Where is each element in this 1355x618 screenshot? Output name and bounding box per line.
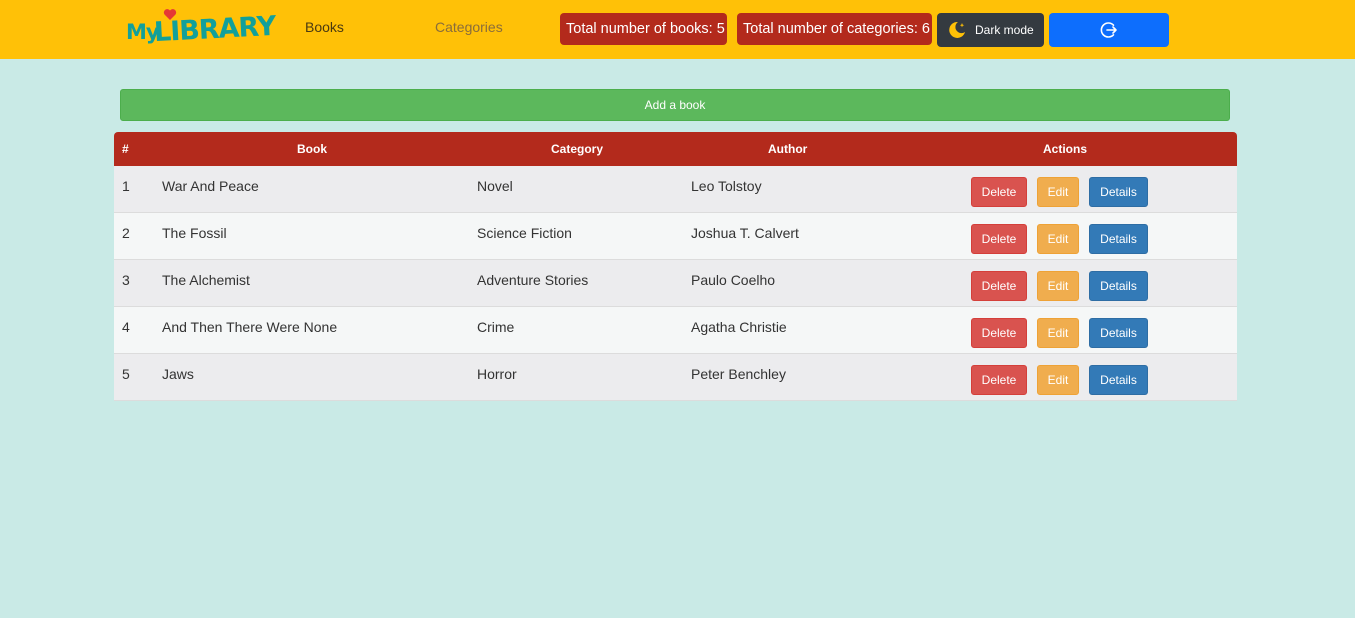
- details-button[interactable]: Details: [1089, 224, 1148, 254]
- total-books-badge: Total number of books: 5: [560, 13, 727, 45]
- table-row: 5 Jaws Horror Peter Benchley Delete Edit…: [114, 354, 1237, 401]
- book-author: Agatha Christie: [691, 319, 787, 335]
- nav-books-link[interactable]: Books: [305, 19, 344, 35]
- book-title: Jaws: [162, 366, 194, 382]
- book-category: Science Fiction: [477, 225, 572, 241]
- header-category: Category: [551, 142, 604, 156]
- dark-mode-label: Dark mode: [975, 23, 1034, 37]
- book-category: Crime: [477, 319, 515, 335]
- book-author: Peter Benchley: [691, 366, 786, 382]
- header-actions: Actions: [1043, 142, 1088, 156]
- book-author: Leo Tolstoy: [691, 178, 762, 194]
- logo-library-text: LIBRARY: [153, 10, 277, 49]
- delete-button[interactable]: Delete: [971, 177, 1027, 207]
- details-button[interactable]: Details: [1089, 271, 1148, 301]
- add-book-button[interactable]: Add a book: [120, 89, 1230, 121]
- logout-button[interactable]: [1049, 13, 1169, 47]
- moon-icon: [949, 21, 965, 38]
- delete-button[interactable]: Delete: [971, 224, 1027, 254]
- book-author: Joshua T. Calvert: [691, 225, 799, 241]
- total-categories-badge: Total number of categories: 6: [737, 13, 932, 45]
- logo[interactable]: My LIBRARY: [124, 8, 276, 48]
- logout-icon: [1100, 22, 1117, 38]
- books-table: # Book Category Author Actions 1 War And…: [114, 132, 1237, 401]
- book-title: And Then There Were None: [162, 319, 338, 335]
- table-header: # Book Category Author Actions: [114, 132, 1237, 166]
- delete-button[interactable]: Delete: [971, 318, 1027, 348]
- details-button[interactable]: Details: [1089, 177, 1148, 207]
- delete-button[interactable]: Delete: [971, 365, 1027, 395]
- book-author: Paulo Coelho: [691, 272, 776, 288]
- delete-button[interactable]: Delete: [971, 271, 1027, 301]
- table-row: 3 The Alchemist Adventure Stories Paulo …: [114, 260, 1237, 307]
- edit-button[interactable]: Edit: [1037, 177, 1079, 207]
- row-number: 3: [122, 272, 130, 288]
- header-number: #: [122, 142, 129, 156]
- book-title: War And Peace: [162, 178, 259, 194]
- navbar: My LIBRARY Books Categories Total number…: [0, 0, 1355, 59]
- book-title: The Fossil: [162, 225, 227, 241]
- table-row: 2 The Fossil Science Fiction Joshua T. C…: [114, 213, 1237, 260]
- book-category: Adventure Stories: [477, 272, 589, 288]
- header-book: Book: [297, 142, 327, 156]
- edit-button[interactable]: Edit: [1037, 318, 1079, 348]
- book-category: Horror: [477, 366, 517, 382]
- row-number: 2: [122, 225, 130, 241]
- edit-button[interactable]: Edit: [1037, 224, 1079, 254]
- edit-button[interactable]: Edit: [1037, 365, 1079, 395]
- book-title: The Alchemist: [162, 272, 250, 288]
- row-number: 1: [122, 178, 130, 194]
- details-button[interactable]: Details: [1089, 318, 1148, 348]
- book-category: Novel: [477, 178, 513, 194]
- header-author: Author: [768, 142, 808, 156]
- table-row: 1 War And Peace Novel Leo Tolstoy Delete…: [114, 166, 1237, 213]
- details-button[interactable]: Details: [1089, 365, 1148, 395]
- nav-categories-link[interactable]: Categories: [435, 19, 503, 35]
- row-number: 5: [122, 366, 130, 382]
- table-row: 4 And Then There Were None Crime Agatha …: [114, 307, 1237, 354]
- dark-mode-button[interactable]: Dark mode: [937, 13, 1044, 47]
- edit-button[interactable]: Edit: [1037, 271, 1079, 301]
- row-number: 4: [122, 319, 130, 335]
